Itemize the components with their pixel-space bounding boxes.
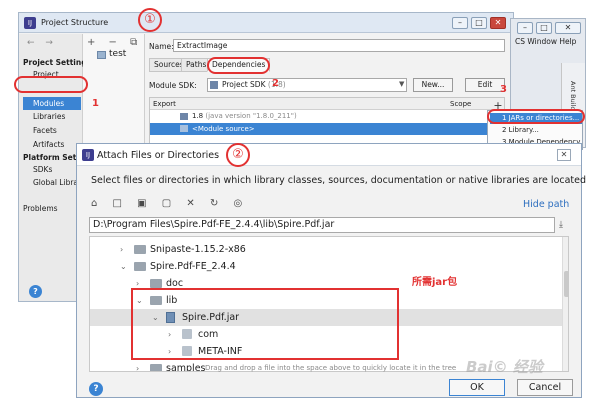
jdk-folder-icon — [180, 113, 188, 120]
close-icon[interactable]: ✕ — [555, 22, 581, 34]
path-input[interactable]: D:\Program Files\Spire.Pdf-FE_2.4.4\lib\… — [89, 217, 555, 233]
dialog-description: Select files or directories in which lib… — [91, 175, 587, 186]
hide-path-link[interactable]: Hide path — [523, 199, 569, 210]
scrollbar-thumb[interactable] — [564, 271, 568, 297]
module-list-toolbar[interactable]: + − ⧉ — [87, 37, 142, 48]
minimize-icon[interactable]: – — [452, 17, 468, 29]
title-bar: IJ Project Structure — [19, 13, 513, 33]
drag-drop-hint: Drag and drop a file into the space abov… — [205, 364, 457, 372]
tree-row-spire-pdf-folder[interactable]: ⌄ Spire.Pdf-FE_2.4.4 — [90, 258, 562, 275]
help-icon[interactable]: ? — [89, 382, 103, 396]
annotation-step-3: 3 — [500, 84, 507, 95]
dialog-title-bar: IJ Attach Files or Directories ✕ — [77, 144, 581, 166]
tree-row-snipaste[interactable]: › Snipaste-1.15.2-x86 — [90, 241, 562, 258]
tree-label: Snipaste-1.15.2-x86 — [150, 244, 246, 255]
maximize-icon[interactable]: □ — [471, 17, 487, 29]
close-icon[interactable]: ✕ — [557, 149, 571, 161]
folder-icon — [134, 245, 146, 254]
annotation-circle-1: ① — [138, 8, 162, 32]
name-label: Name: — [149, 42, 174, 51]
baidu-watermark: Bai© 经验 — [466, 358, 543, 376]
sidebar-item-libraries[interactable]: Libraries — [33, 112, 83, 121]
module-name-input[interactable]: ExtractImage — [173, 39, 505, 52]
annotation-oval-modules — [14, 76, 88, 93]
annotation-jar-label: 所需jar包 — [412, 277, 458, 288]
annotation-step-1: 1 — [92, 98, 99, 109]
table-row[interactable]: 1.8 (java version "1.8.0_211") — [150, 111, 504, 122]
module-sdk-label: Module SDK: — [149, 81, 197, 90]
sdk-value: Project SDK — [222, 80, 266, 89]
chevron-right-icon[interactable]: › — [136, 360, 139, 371]
edit-sdk-button[interactable]: Edit — [465, 78, 505, 92]
column-scope[interactable]: Scope — [450, 100, 471, 108]
annotation-box-jar — [131, 288, 399, 360]
source-folder-icon — [180, 125, 188, 132]
sidebar-item-problems[interactable]: Problems — [23, 204, 83, 213]
minimize-icon[interactable]: – — [517, 22, 533, 34]
tree-scrollbar[interactable] — [562, 237, 568, 371]
project-settings-heading: Project Settings — [23, 58, 83, 67]
file-chooser-toolbar[interactable]: ⌂ □ ▣ ▢ ✕ ↻ ◎ — [91, 198, 248, 212]
new-sdk-button[interactable]: New... — [413, 78, 453, 92]
chevron-right-icon[interactable]: › — [120, 241, 123, 258]
menu-item-library[interactable]: 2 Library... — [490, 125, 582, 136]
ok-button[interactable]: OK — [449, 379, 505, 396]
folder-icon — [150, 364, 162, 371]
ide-menu-bar[interactable]: CS Window Help — [515, 37, 576, 46]
intellij-app-icon: IJ — [24, 17, 36, 29]
ant-build-tab[interactable]: Ant Build — [569, 81, 577, 111]
chevron-down-icon[interactable]: ⌄ — [120, 258, 127, 275]
chevron-down-icon[interactable]: ▼ — [399, 80, 404, 88]
sidebar-item-modules[interactable]: Modules — [23, 97, 81, 110]
table-row-selected[interactable]: <Module source> — [150, 123, 504, 135]
folder-icon — [150, 279, 162, 288]
column-export[interactable]: Export — [153, 100, 176, 108]
sidebar-item-facets[interactable]: Facets — [33, 126, 83, 135]
window-title: Project Structure — [41, 18, 109, 27]
back-forward-icons[interactable]: ← → — [27, 38, 57, 48]
tree-label: Spire.Pdf-FE_2.4.4 — [150, 261, 236, 272]
dialog-title: Attach Files or Directories — [97, 150, 220, 161]
folder-icon — [134, 262, 146, 271]
platform-settings-heading: Platform Settings — [23, 153, 83, 162]
module-sdk-select[interactable]: Project SDK (1.8) — [207, 78, 407, 92]
dependency-jdk-version: (java version "1.8.0_211") — [205, 112, 297, 120]
dependency-jdk-name: 1.8 — [192, 112, 204, 120]
table-header: Export Scope — [150, 98, 504, 110]
module-item-test[interactable]: test — [109, 49, 126, 59]
intellij-app-icon: IJ — [82, 149, 94, 161]
annotation-oval-dependencies — [207, 57, 270, 74]
module-folder-icon — [97, 51, 106, 59]
close-icon[interactable]: ✕ — [490, 17, 506, 29]
tree-label: samples — [166, 363, 206, 372]
help-icon[interactable]: ? — [29, 285, 42, 298]
sdk-folder-icon — [210, 81, 218, 89]
cancel-button[interactable]: Cancel — [517, 379, 573, 396]
annotation-oval-jars — [487, 109, 585, 124]
settings-sidebar: ← → Project Settings Project Modules Lib… — [19, 34, 83, 301]
maximize-icon[interactable]: □ — [536, 22, 552, 34]
annotation-step-2: 2 — [272, 78, 279, 89]
annotation-circle-2: ② — [226, 143, 250, 167]
download-icon[interactable]: ⤓ — [559, 220, 563, 230]
